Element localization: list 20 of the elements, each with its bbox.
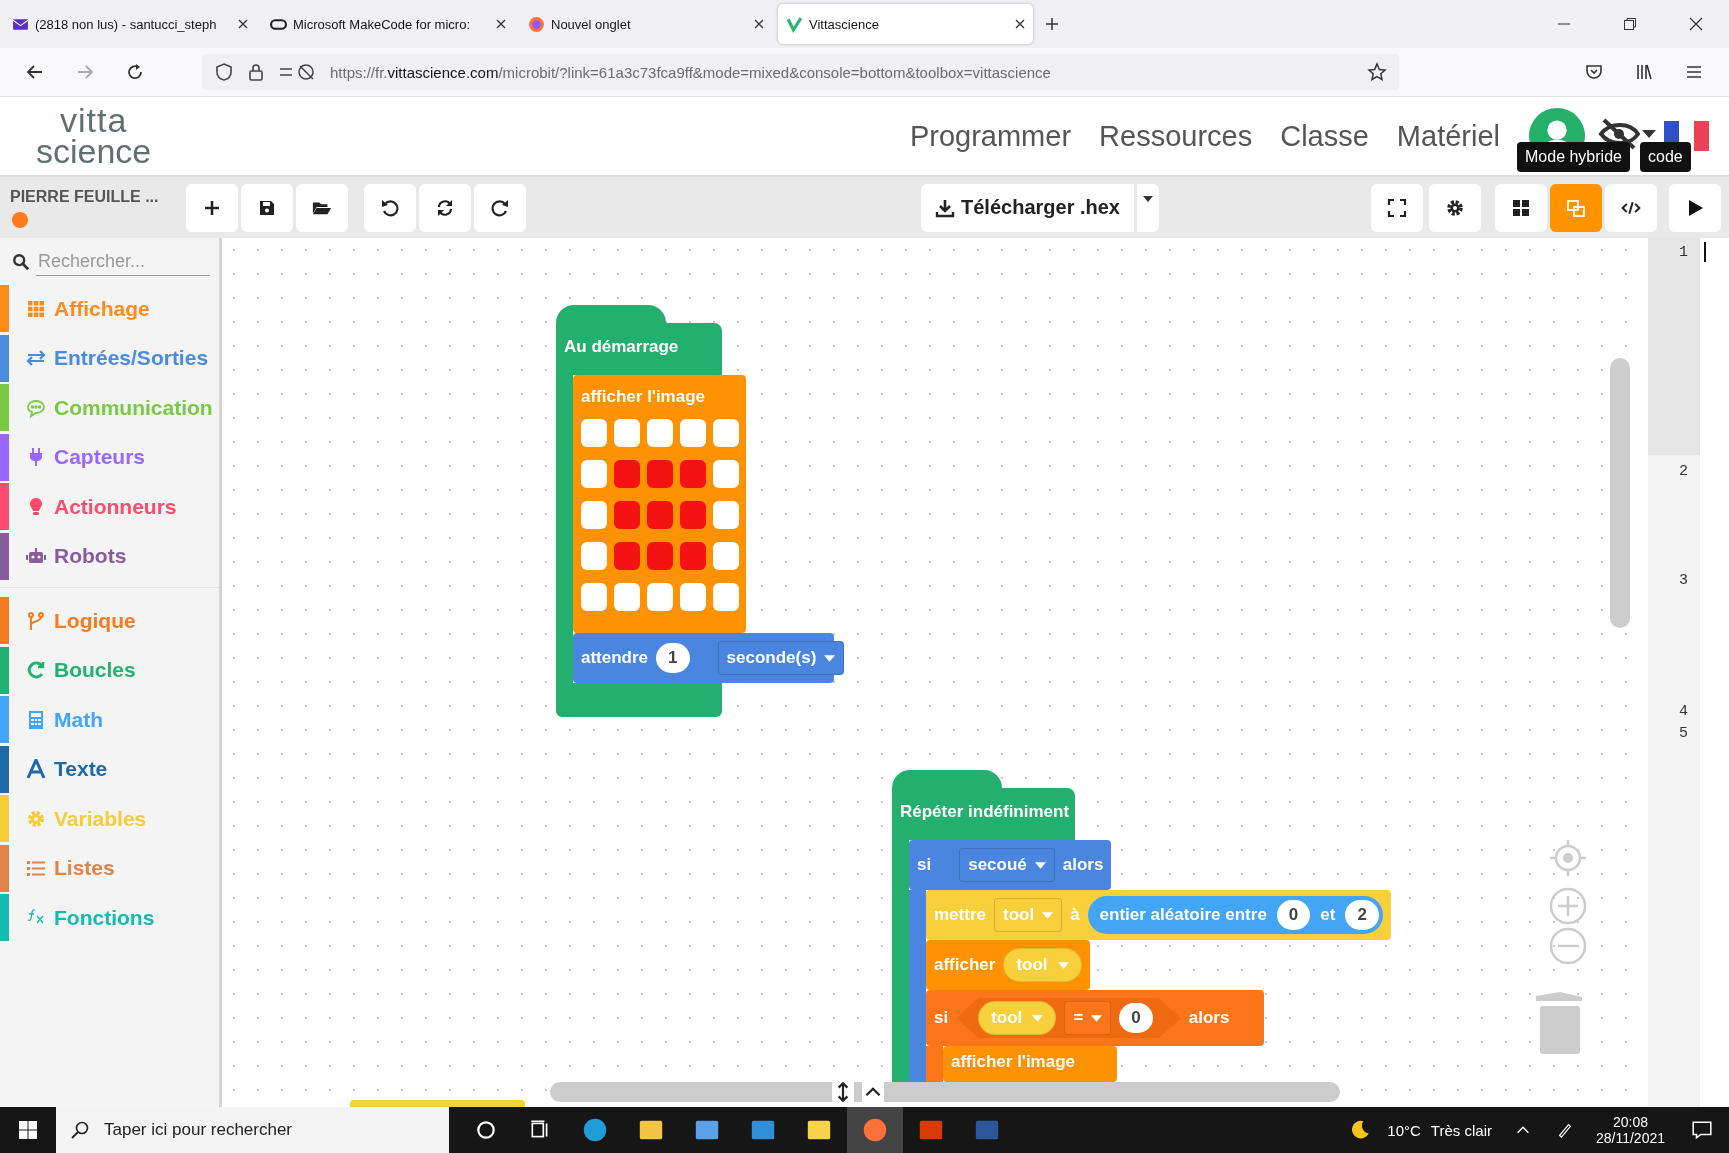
block-label: alors: [1062, 855, 1104, 875]
url-text: https://fr.vittascience.com/microbit/?link=61a3c73fca9ff&mode=mixed&console=bottom&toolbox=vittascience: [330, 63, 1051, 81]
block-label: entier aléatoire entre: [1099, 905, 1267, 925]
project-name: PIERRE FEUILLE ...: [10, 187, 160, 206]
tooltip: code: [1640, 142, 1691, 172]
line-number: 4: [1679, 703, 1688, 720]
block-label: et: [1320, 905, 1336, 925]
line-number: 2: [1679, 463, 1688, 480]
block-label: alors: [1188, 1008, 1230, 1028]
block-label: attendre: [581, 648, 649, 668]
block-label: si: [934, 1008, 949, 1028]
line-number: 1: [1679, 244, 1688, 261]
block-label: afficher: [934, 955, 996, 975]
block-label: mettre: [934, 905, 986, 925]
block-label: afficher l'image: [581, 387, 707, 407]
line-number: 5: [1679, 725, 1688, 742]
block-label: si: [917, 855, 932, 875]
line-number: 3: [1679, 572, 1688, 589]
block-label: à: [1070, 905, 1080, 925]
tooltip: Mode hybride: [1517, 142, 1630, 172]
